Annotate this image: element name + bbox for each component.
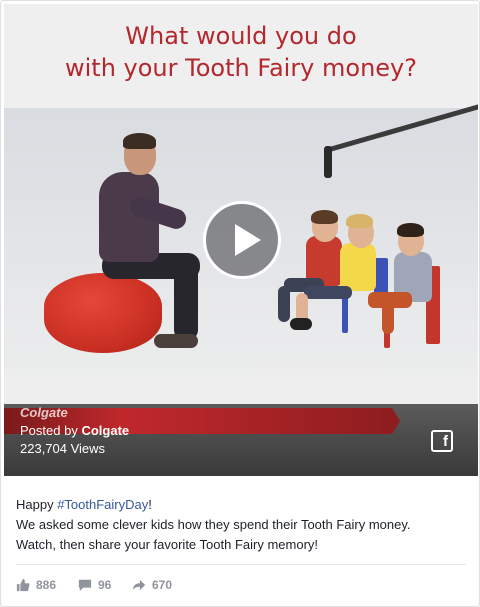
video-info-bar: Colgate Posted by Colgate 223,704 Views … xyxy=(4,404,478,476)
video-title-line-1: What would you do xyxy=(125,22,357,50)
boom-microphone xyxy=(324,146,332,178)
video-title-line-2: with your Tooth Fairy money? xyxy=(65,54,417,82)
share-count-button[interactable]: 670 xyxy=(132,577,172,593)
message-line-3: Watch, then share your favorite Tooth Fa… xyxy=(16,537,319,552)
share-count: 670 xyxy=(152,578,173,592)
like-count-button[interactable]: 886 xyxy=(16,577,56,593)
kid-1-hair xyxy=(311,210,338,224)
posted-by-page-link[interactable]: Colgate xyxy=(81,423,129,438)
message-prefix: Happy xyxy=(16,497,58,512)
share-arrow-icon xyxy=(132,579,146,591)
posted-by-prefix: Posted by xyxy=(20,423,78,438)
boom-pole xyxy=(325,103,478,153)
brand-watermark: Colgate xyxy=(20,405,68,420)
kid-2-legs xyxy=(304,286,352,299)
kid-3-shin xyxy=(382,300,394,334)
video-post-card: What would you do with your Tooth Fairy … xyxy=(0,0,480,607)
man-shoe xyxy=(154,334,198,348)
video-title-band: What would you do with your Tooth Fairy … xyxy=(4,4,478,108)
facebook-icon[interactable]: f xyxy=(431,430,453,452)
message-line-1: Happy #ToothFairyDay! xyxy=(16,495,466,515)
man-hair xyxy=(123,133,156,149)
kid-2-hair xyxy=(346,214,373,228)
actions-divider xyxy=(16,564,466,565)
comment-count-button[interactable]: 96 xyxy=(78,577,111,593)
comment-count: 96 xyxy=(98,578,112,592)
thumbs-up-icon xyxy=(16,578,30,592)
red-ottoman xyxy=(44,273,162,353)
comment-icon xyxy=(78,579,92,592)
post-message: Happy #ToothFairyDay! We asked some clev… xyxy=(16,495,466,555)
kid-2-shirt xyxy=(340,243,376,291)
hashtag-link[interactable]: #ToothFairyDay xyxy=(57,497,148,512)
video-player[interactable]: What would you do with your Tooth Fairy … xyxy=(4,4,478,476)
play-icon[interactable] xyxy=(203,201,281,279)
kid-3-hair xyxy=(397,223,424,237)
view-count: 223,704 Views xyxy=(20,441,106,456)
message-suffix: ! xyxy=(148,497,152,512)
posted-by-line: Posted by Colgate xyxy=(20,423,129,439)
message-line-2: We asked some clever kids how they spend… xyxy=(16,517,411,532)
kid-1-shin xyxy=(278,286,290,322)
kid-2-boot xyxy=(290,318,312,330)
like-count: 886 xyxy=(36,578,57,592)
man-shin xyxy=(174,258,198,340)
